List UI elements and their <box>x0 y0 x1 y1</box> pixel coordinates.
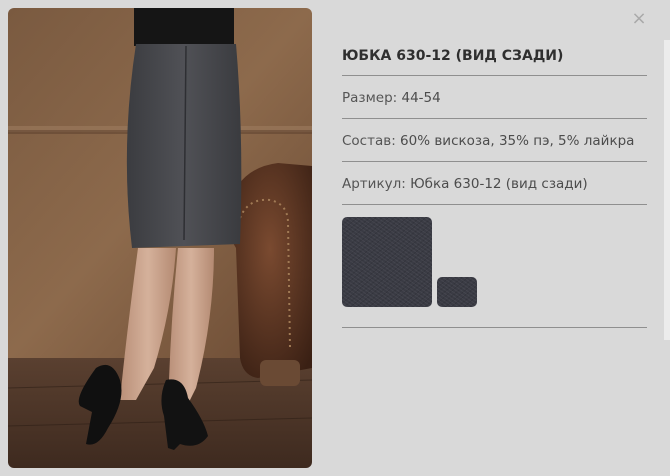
composition-value: 60% вискоза, 35% пэ, 5% лайкра <box>400 133 635 149</box>
product-info: ЮБКА 630-12 (ВИД СЗАДИ) Размер: 44-54 Со… <box>342 40 647 328</box>
article-label: Артикул: <box>342 176 411 192</box>
product-photo <box>8 8 312 468</box>
article-value: Юбка 630-12 (вид сзади) <box>410 176 588 192</box>
color-swatches <box>342 205 647 328</box>
color-swatch-large[interactable] <box>342 217 432 307</box>
size-row: Размер: 44-54 <box>342 76 647 119</box>
composition-row: Состав: 60% вискоза, 35% пэ, 5% лайкра <box>342 119 647 162</box>
article-row: Артикул: Юбка 630-12 (вид сзади) <box>342 162 647 205</box>
color-swatch-small[interactable] <box>437 277 477 307</box>
scroll-edge <box>664 40 670 340</box>
close-icon[interactable]: × <box>628 8 650 30</box>
product-modal: × ЮБКА 630-12 (ВИД СЗАДИ) Размер: 44-54 … <box>0 0 670 476</box>
size-label: Размер: <box>342 90 402 106</box>
composition-label: Состав: <box>342 133 401 149</box>
product-title: ЮБКА 630-12 (ВИД СЗАДИ) <box>342 40 647 76</box>
size-value: 44-54 <box>401 90 441 106</box>
